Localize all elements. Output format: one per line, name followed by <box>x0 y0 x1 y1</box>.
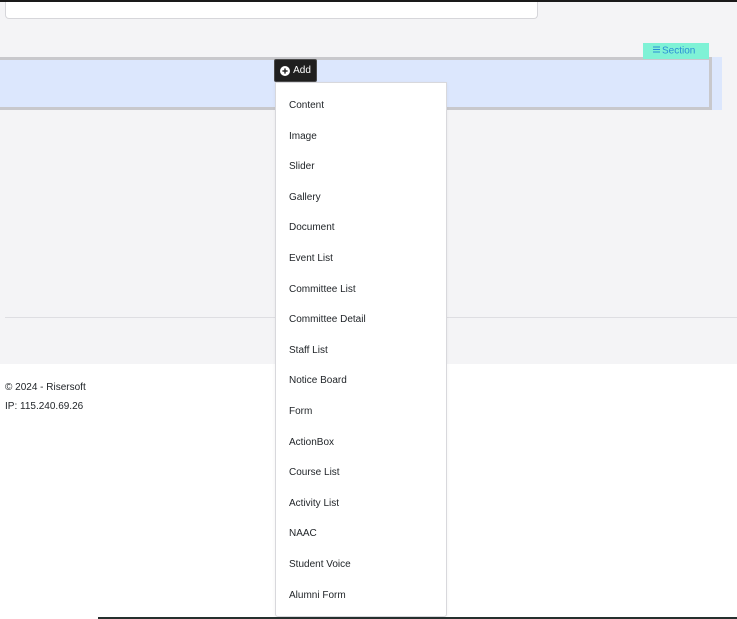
section-badge[interactable]: Section <box>643 43 709 59</box>
add-button-label: Add <box>293 65 311 76</box>
menu-item-alumni-form[interactable]: Alumni Form <box>276 581 446 612</box>
menu-item-form[interactable]: Form <box>276 397 446 428</box>
menu-item-activity-list[interactable]: Activity List <box>276 489 446 520</box>
menu-item-document[interactable]: Document <box>276 213 446 244</box>
menu-item-committee-detail[interactable]: Committee Detail <box>276 305 446 336</box>
menu-item-student-voice[interactable]: Student Voice <box>276 550 446 581</box>
menu-item-staff-list[interactable]: Staff List <box>276 336 446 367</box>
menu-item-content[interactable]: Content <box>276 91 446 122</box>
add-button[interactable]: Add <box>274 59 317 82</box>
menu-item-notice-board[interactable]: Notice Board <box>276 366 446 397</box>
section-block-tail <box>712 57 722 110</box>
section-badge-label: Section <box>662 45 696 57</box>
footer-copyright: © 2024 - Risersoft <box>5 382 86 393</box>
footer: © 2024 - Risersoft IP: 115.240.69.26 <box>5 378 86 416</box>
menu-item-actionbox[interactable]: ActionBox <box>276 428 446 459</box>
menu-item-course-list[interactable]: Course List <box>276 458 446 489</box>
plus-circle-icon <box>280 65 291 76</box>
menu-item-gallery[interactable]: Gallery <box>276 183 446 214</box>
menu-item-committee-list[interactable]: Committee List <box>276 275 446 306</box>
menu-item-naac[interactable]: NAAC <box>276 519 446 550</box>
content-block-card[interactable] <box>5 2 538 19</box>
add-dropdown-menu: Content Image Slider Gallery Document Ev… <box>275 82 447 617</box>
menu-item-slider[interactable]: Slider <box>276 152 446 183</box>
menu-item-event-list[interactable]: Event List <box>276 244 446 275</box>
list-icon <box>653 43 660 59</box>
footer-ip: IP: 115.240.69.26 <box>5 401 84 412</box>
menu-item-image[interactable]: Image <box>276 122 446 153</box>
